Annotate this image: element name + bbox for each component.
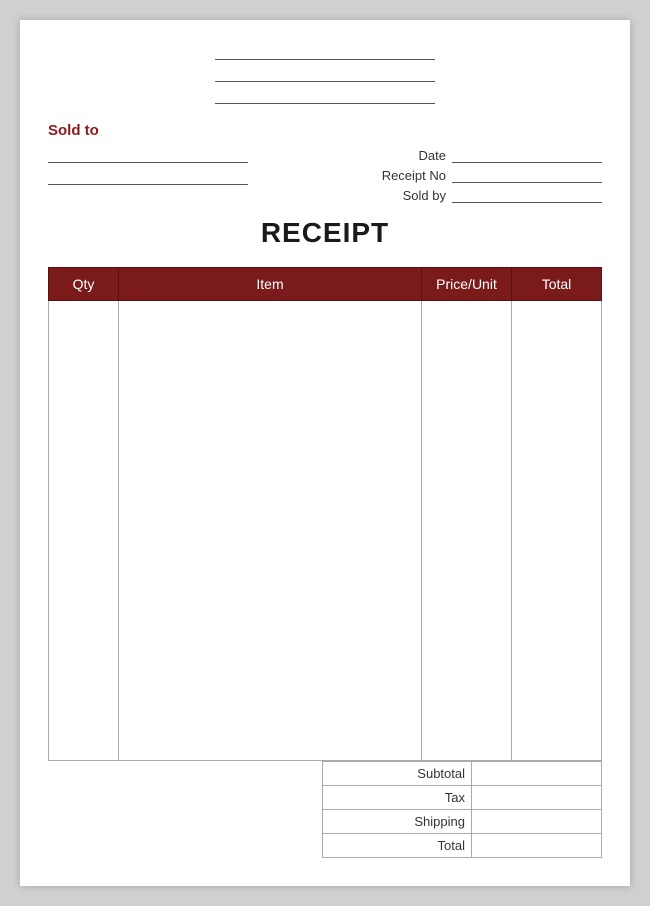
sold-to-lines: [48, 147, 248, 203]
table-row: [49, 301, 602, 761]
sold-to-label: Sold to: [48, 122, 602, 139]
company-line-2: [215, 66, 435, 82]
company-line-3: [215, 88, 435, 104]
col-header-price: Price/Unit: [422, 268, 512, 301]
company-info-area: [48, 44, 602, 110]
receipt-no-row: Receipt No: [366, 167, 602, 183]
receipt-no-value-line: [452, 167, 602, 183]
subtotal-label: Subtotal: [323, 762, 472, 786]
receipt-title: RECEIPT: [48, 217, 602, 249]
date-label: Date: [366, 148, 446, 163]
cell-item: [119, 301, 422, 761]
col-header-item: Item: [119, 268, 422, 301]
shipping-value: [472, 810, 602, 834]
col-header-total: Total: [512, 268, 602, 301]
shipping-label: Shipping: [323, 810, 472, 834]
sold-by-value-line: [452, 187, 602, 203]
shipping-row: Shipping: [323, 810, 602, 834]
total-label: Total: [323, 834, 472, 858]
totals-section: Subtotal Tax Shipping Total: [48, 761, 602, 858]
cell-total: [512, 301, 602, 761]
total-row: Total: [323, 834, 602, 858]
date-row: Date: [366, 147, 602, 163]
table-header-row: Qty Item Price/Unit Total: [49, 268, 602, 301]
tax-value: [472, 786, 602, 810]
sold-by-row: Sold by: [366, 187, 602, 203]
tax-row: Tax: [323, 786, 602, 810]
receipt-table: Qty Item Price/Unit Total: [48, 267, 602, 761]
company-line-1: [215, 44, 435, 60]
total-value: [472, 834, 602, 858]
cell-qty: [49, 301, 119, 761]
sold-to-line-1: [48, 147, 248, 163]
col-header-qty: Qty: [49, 268, 119, 301]
info-section: Date Receipt No Sold by: [48, 147, 602, 203]
sold-by-label: Sold by: [366, 188, 446, 203]
totals-table: Subtotal Tax Shipping Total: [322, 761, 602, 858]
date-fields: Date Receipt No Sold by: [366, 147, 602, 203]
sold-to-line-2: [48, 169, 248, 185]
receipt-no-label: Receipt No: [366, 168, 446, 183]
receipt-page: Sold to Date Receipt No Sold by RECEIPT: [20, 20, 630, 886]
cell-price: [422, 301, 512, 761]
subtotal-value: [472, 762, 602, 786]
subtotal-row: Subtotal: [323, 762, 602, 786]
tax-label: Tax: [323, 786, 472, 810]
date-value-line: [452, 147, 602, 163]
